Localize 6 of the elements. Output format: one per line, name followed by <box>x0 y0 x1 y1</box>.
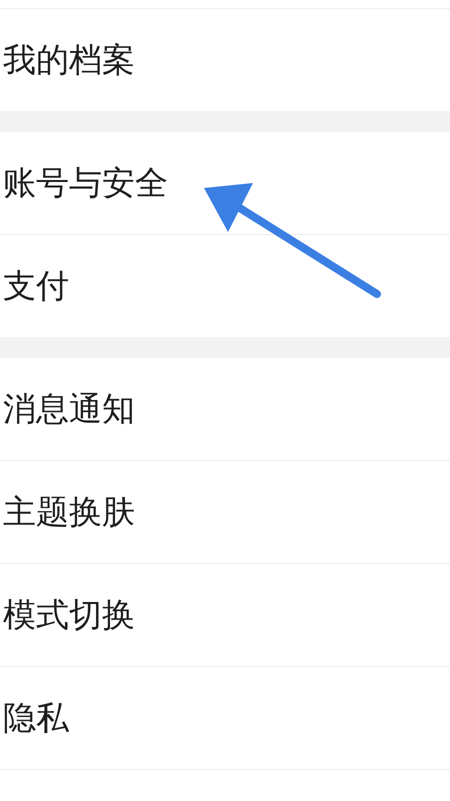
settings-item[interactable]: 消息通知 <box>0 358 450 461</box>
settings-item[interactable]: 隐私 <box>0 667 450 770</box>
settings-item[interactable]: 我的档案 <box>0 9 450 111</box>
settings-item[interactable]: 主题换肤 <box>0 461 450 564</box>
settings-item[interactable]: 支付 <box>0 235 450 337</box>
settings-item[interactable]: 模式切换 <box>0 564 450 667</box>
